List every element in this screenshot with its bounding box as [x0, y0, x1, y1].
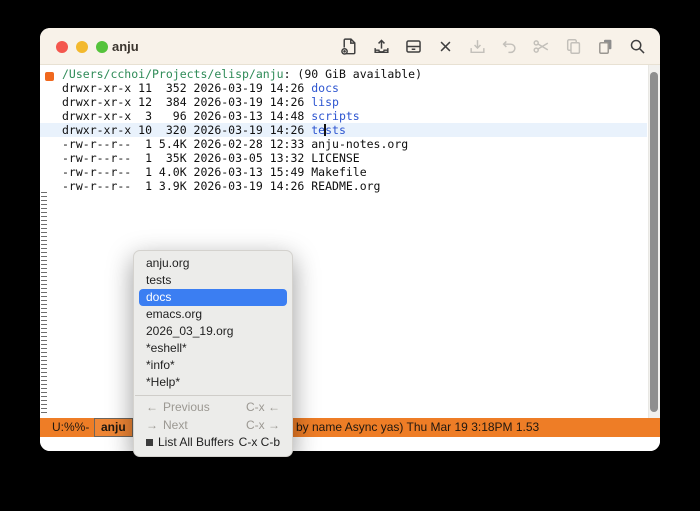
menu-item-previous: ← Previous C-x ←: [134, 399, 292, 417]
buffer-menu-popup: anju.org tests docs emacs.org 2026_03_19…: [133, 250, 293, 457]
list-icon: [146, 439, 153, 447]
entry-attributes: drwxr-xr-x 10 320 2026-03-19 14:26: [62, 123, 312, 137]
mode-line-buffer-name[interactable]: anju: [94, 418, 133, 437]
menu-item-next: → Next C-x →: [134, 417, 292, 435]
directory-path[interactable]: /Users/cchoi/Projects/elisp/anju: [62, 67, 284, 81]
entry-attributes: -rw-r--r-- 1 5.4K 2026-02-28 12:33: [62, 137, 312, 151]
menu-item-help[interactable]: *Help*: [134, 374, 292, 391]
dired-header-line: /Users/cchoi/Projects/elisp/anju: (90 Gi…: [40, 67, 647, 81]
menu-shortcut: C-x →: [246, 417, 280, 432]
dired-entry-license: -rw-r--r-- 1 35K 2026-03-05 13:32 LICENS…: [40, 151, 647, 165]
close-window-button[interactable]: [56, 41, 68, 53]
dired-filename-lisp[interactable]: lisp: [311, 95, 339, 109]
dired-entry-docs: drwxr-xr-x 11 352 2026-03-19 14:26 docs: [40, 81, 647, 95]
open-file-button[interactable]: [372, 37, 391, 56]
entry-attributes: drwxr-xr-x 3 96 2026-03-13 14:48: [62, 109, 312, 123]
entry-attributes: -rw-r--r-- 1 35K 2026-03-05 13:32: [62, 151, 312, 165]
dired-filename-anju-notes[interactable]: anju-notes.org: [311, 137, 408, 151]
dired-filename-makefile[interactable]: Makefile: [311, 165, 366, 179]
arrow-right-icon: →: [146, 417, 158, 432]
dired-entry-anju-notes: -rw-r--r-- 1 5.4K 2026-02-28 12:33 anju-…: [40, 137, 647, 151]
titlebar: anju: [40, 28, 660, 65]
dired-entry-makefile: -rw-r--r-- 1 4.0K 2026-03-13 15:49 Makef…: [40, 165, 647, 179]
entry-attributes: -rw-r--r-- 1 3.9K 2026-03-19 14:26: [62, 179, 312, 193]
minimize-window-button[interactable]: [76, 41, 88, 53]
menu-separator: [135, 395, 291, 396]
dired-button[interactable]: [404, 37, 423, 56]
close-buffer-icon: [440, 41, 451, 52]
dired-entry-lisp: drwxr-xr-x 12 384 2026-03-19 14:26 lisp: [40, 95, 647, 109]
open-file-icon: [374, 39, 389, 54]
menu-item-label: Next: [163, 417, 188, 432]
toolbar: [340, 37, 647, 56]
entry-attributes: drwxr-xr-x 11 352 2026-03-19 14:26: [62, 81, 312, 95]
dired-entry-tests-current-line: drwxr-xr-x 10 320 2026-03-19 14:26 tests: [40, 123, 647, 137]
window-title: anju: [112, 39, 139, 54]
menu-item-anju-org[interactable]: anju.org: [134, 255, 292, 272]
save-icon: [470, 40, 485, 54]
entry-attributes: drwxr-xr-x 12 384 2026-03-19 14:26: [62, 95, 312, 109]
fullscreen-window-button[interactable]: [96, 41, 108, 53]
menu-item-tests[interactable]: tests: [134, 272, 292, 289]
menu-item-info[interactable]: *info*: [134, 357, 292, 374]
dired-entry-scripts: drwxr-xr-x 3 96 2026-03-13 14:48 scripts: [40, 109, 647, 123]
mode-line-status: by name Async yas) Thu Mar 19 3:18PM 1.5…: [296, 420, 540, 434]
copy-icon: [566, 39, 581, 54]
save-button: [468, 37, 487, 56]
menu-item-label: Previous: [163, 400, 210, 414]
menu-item-list-all-buffers[interactable]: List All Buffers C-x C-b: [134, 434, 292, 452]
scrollbar-track[interactable]: [648, 65, 660, 418]
cut-button: [532, 37, 551, 56]
search-icon: [630, 39, 645, 54]
undo-icon: [502, 40, 516, 54]
dired-filename-license[interactable]: LICENSE: [311, 151, 359, 165]
search-button[interactable]: [628, 37, 647, 56]
arrow-left-icon: ←: [146, 400, 158, 414]
menu-shortcut: C-x C-b: [238, 435, 280, 449]
traffic-lights: [56, 41, 108, 53]
dired-folder-icon: [406, 40, 421, 53]
menu-item-docs-selected[interactable]: docs: [139, 289, 287, 306]
paste-button: [596, 37, 615, 56]
menu-item-emacs-org[interactable]: emacs.org: [134, 306, 292, 323]
dired-entry-readme: -rw-r--r-- 1 3.9K 2026-03-19 14:26 READM…: [40, 179, 647, 193]
disk-space-note: : (90 GiB available): [283, 67, 423, 81]
scrollbar-thumb[interactable]: [650, 72, 658, 412]
dired-filename-readme[interactable]: README.org: [311, 179, 380, 193]
undo-button: [500, 37, 519, 56]
mode-line-flags: U:%%-: [52, 420, 90, 434]
entry-attributes: -rw-r--r-- 1 4.0K 2026-03-13 15:49: [62, 165, 312, 179]
paste-icon: [599, 39, 612, 54]
dired-filename-docs[interactable]: docs: [311, 81, 339, 95]
copy-button: [564, 37, 583, 56]
dired-filename-scripts[interactable]: scripts: [311, 109, 359, 123]
cut-icon: [533, 40, 549, 53]
new-file-icon: [341, 38, 356, 55]
buffer-lines: /Users/cchoi/Projects/elisp/anju: (90 Gi…: [40, 67, 647, 193]
menu-item-eshell[interactable]: *eshell*: [134, 340, 292, 357]
menu-shortcut: C-x ←: [246, 400, 280, 414]
dired-filename-tests[interactable]: te: [311, 123, 325, 137]
close-buffer-button[interactable]: [436, 37, 455, 56]
menu-item-2026-03-19-org[interactable]: 2026_03_19.org: [134, 323, 292, 340]
new-file-button[interactable]: [340, 37, 359, 56]
empty-lines-fringe-indicator: [41, 192, 47, 416]
menu-item-label: List All Buffers: [158, 435, 234, 449]
dired-filename-tests[interactable]: sts: [325, 123, 346, 137]
